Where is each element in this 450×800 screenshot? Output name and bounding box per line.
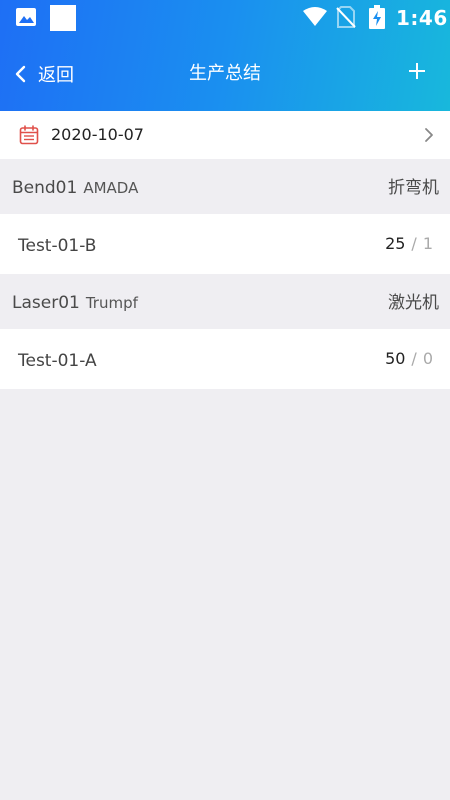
item-count: 50 / 0 <box>385 348 433 370</box>
chevron-left-icon <box>15 65 26 83</box>
image-icon <box>16 8 36 26</box>
white-square-icon <box>50 5 76 31</box>
list-item-test-01-a[interactable]: Test-01-A 50 / 0 <box>0 329 450 389</box>
machine-type: 折弯机 <box>388 178 439 198</box>
chevron-right-icon <box>425 128 433 142</box>
date-selector[interactable]: 2020-10-07 <box>0 111 450 159</box>
machine-header-laser01: Laser01 Trumpf 激光机 <box>0 274 450 329</box>
status-time: 1:46 <box>396 6 448 30</box>
navigation-bar: 返回 生产总结 <box>0 36 450 111</box>
item-name: Test-01-B <box>18 236 97 256</box>
machine-brand: Trumpf <box>85 294 138 312</box>
count-total: 0 <box>422 349 433 368</box>
item-name: Test-01-A <box>18 351 97 371</box>
list-item-test-01-b[interactable]: Test-01-B 25 / 1 <box>0 214 450 274</box>
count-separator: / <box>411 349 417 368</box>
count-done: 50 <box>385 349 406 368</box>
count-done: 25 <box>385 234 406 253</box>
back-button[interactable]: 返回 <box>14 60 74 88</box>
status-bar: 1:46 <box>0 0 450 36</box>
back-label: 返回 <box>38 65 74 86</box>
count-separator: / <box>411 234 417 253</box>
app-header: 1:46 返回 生产总结 <box>0 0 450 111</box>
count-total: 1 <box>422 234 433 253</box>
machine-type: 激光机 <box>388 293 439 313</box>
calendar-icon <box>19 125 39 145</box>
machine-brand: AMADA <box>83 179 139 197</box>
machine-header-bend01: Bend01 AMADA 折弯机 <box>0 159 450 214</box>
machine-name: Laser01 <box>12 293 80 313</box>
item-count: 25 / 1 <box>385 233 433 255</box>
battery-charging-icon <box>369 5 385 29</box>
machine-name: Bend01 <box>12 178 78 198</box>
plus-icon[interactable] <box>408 62 426 80</box>
selected-date: 2020-10-07 <box>51 125 144 144</box>
no-sim-icon <box>336 6 356 28</box>
wifi-icon <box>303 7 327 26</box>
